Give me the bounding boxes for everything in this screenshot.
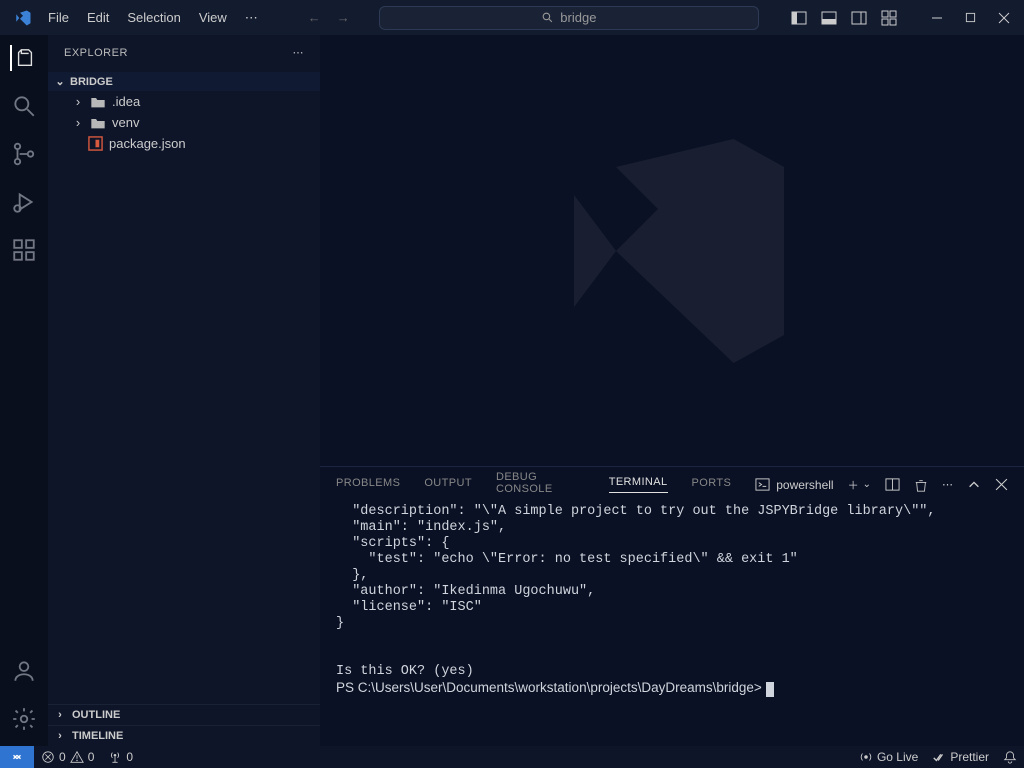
panel-maximize-icon[interactable] xyxy=(967,478,981,492)
status-ports[interactable]: 0 xyxy=(101,750,140,764)
nav-back-icon[interactable]: ← xyxy=(308,10,321,25)
terminal-new-icon[interactable]: ＋ xyxy=(848,477,859,493)
bell-icon xyxy=(1003,750,1017,764)
status-ports-count: 0 xyxy=(126,750,133,764)
panel: PROBLEMS OUTPUT DEBUG CONSOLE TERMINAL P… xyxy=(320,466,1024,746)
menu-selection[interactable]: Selection xyxy=(119,6,188,29)
chevron-right-icon: › xyxy=(54,730,66,742)
status-problems[interactable]: 0 0 xyxy=(34,750,101,764)
activity-accounts-icon[interactable] xyxy=(11,658,37,684)
outline-section[interactable]: › OUTLINE xyxy=(48,704,320,725)
activity-explorer-icon[interactable] xyxy=(10,45,36,71)
menu-more-icon[interactable]: ⋯ xyxy=(237,6,266,30)
editor-empty-area xyxy=(320,35,1024,466)
tree-item-label: package.json xyxy=(109,136,186,151)
radio-tower-icon xyxy=(108,750,122,764)
tree-file-package-json[interactable]: package.json xyxy=(48,133,320,154)
vscode-watermark-icon xyxy=(532,111,812,391)
check-all-icon xyxy=(932,750,946,764)
activity-search-icon[interactable] xyxy=(11,93,37,119)
panel-tab-ports[interactable]: PORTS xyxy=(692,477,732,493)
explorer-title: EXPLORER xyxy=(64,47,128,59)
activity-extensions-icon[interactable] xyxy=(11,237,37,263)
outline-label: OUTLINE xyxy=(72,709,120,721)
panel-tab-terminal[interactable]: TERMINAL xyxy=(609,476,668,493)
terminal-output[interactable]: "description": "\"A simple project to tr… xyxy=(320,502,1024,746)
layout-sidebar-left-icon[interactable] xyxy=(791,10,807,26)
explorer-more-icon[interactable]: ⋯ xyxy=(293,46,305,59)
command-center[interactable]: bridge xyxy=(379,6,759,30)
tree-folder-venv[interactable]: › venv xyxy=(48,112,320,133)
activity-run-debug-icon[interactable] xyxy=(11,189,37,215)
chevron-right-icon: › xyxy=(72,115,84,130)
tree-root-label: BRIDGE xyxy=(70,76,113,88)
activity-source-control-icon[interactable] xyxy=(11,141,37,167)
tree-item-label: venv xyxy=(112,115,139,130)
window-close-icon[interactable] xyxy=(998,12,1010,24)
panel-tab-problems[interactable]: PROBLEMS xyxy=(336,477,400,493)
tree-item-label: .idea xyxy=(112,94,140,109)
panel-tab-debug[interactable]: DEBUG CONSOLE xyxy=(496,471,585,499)
nav-forward-icon[interactable]: → xyxy=(337,10,350,25)
menu-edit[interactable]: Edit xyxy=(79,6,117,29)
error-icon xyxy=(41,750,55,764)
terminal-shell-name: powershell xyxy=(776,478,833,492)
menu-view[interactable]: View xyxy=(191,6,235,29)
folder-icon xyxy=(90,116,106,130)
go-live-label: Go Live xyxy=(877,750,918,764)
terminal-icon xyxy=(755,477,770,492)
menu-file[interactable]: File xyxy=(40,6,77,29)
terminal-shell-select[interactable]: powershell xyxy=(755,477,833,492)
timeline-label: TIMELINE xyxy=(72,730,123,742)
panel-more-icon[interactable]: ⋯ xyxy=(942,478,953,491)
vscode-logo-icon xyxy=(14,9,32,27)
warning-icon xyxy=(70,750,84,764)
tree-folder-idea[interactable]: › .idea xyxy=(48,91,320,112)
search-text: bridge xyxy=(560,10,596,25)
customize-layout-icon[interactable] xyxy=(881,10,897,26)
chevron-down-icon: ⌄ xyxy=(54,75,66,88)
status-go-live[interactable]: Go Live xyxy=(852,750,925,764)
status-errors-count: 0 xyxy=(59,750,66,764)
titlebar: File Edit Selection View ⋯ ← → bridge xyxy=(0,0,1024,35)
tree-root[interactable]: ⌄ BRIDGE xyxy=(48,72,320,91)
broadcast-icon xyxy=(859,750,873,764)
terminal-new-dropdown-icon[interactable]: ⌄ xyxy=(863,479,871,490)
layout-sidebar-right-icon[interactable] xyxy=(851,10,867,26)
npm-file-icon xyxy=(88,136,103,151)
panel-close-icon[interactable] xyxy=(995,478,1008,491)
chevron-right-icon: › xyxy=(54,709,66,721)
timeline-section[interactable]: › TIMELINE xyxy=(48,725,320,746)
panel-tab-output[interactable]: OUTPUT xyxy=(424,477,472,493)
window-minimize-icon[interactable] xyxy=(931,12,943,24)
window-maximize-icon[interactable] xyxy=(965,12,976,23)
split-terminal-icon[interactable] xyxy=(885,477,900,492)
search-icon xyxy=(541,11,554,24)
status-notifications-icon[interactable] xyxy=(996,750,1024,764)
folder-icon xyxy=(90,95,106,109)
explorer-sidebar: EXPLORER ⋯ ⌄ BRIDGE › .idea › venv packa… xyxy=(48,35,320,746)
remote-indicator-icon[interactable] xyxy=(0,746,34,768)
layout-panel-bottom-icon[interactable] xyxy=(821,10,837,26)
status-prettier[interactable]: Prettier xyxy=(925,750,996,764)
kill-terminal-icon[interactable] xyxy=(914,478,928,492)
activity-bar xyxy=(0,35,48,746)
status-warnings-count: 0 xyxy=(88,750,95,764)
status-bar: 0 0 0 Go Live Prettier xyxy=(0,746,1024,768)
chevron-right-icon: › xyxy=(72,94,84,109)
activity-settings-icon[interactable] xyxy=(11,706,37,732)
prettier-label: Prettier xyxy=(950,750,989,764)
